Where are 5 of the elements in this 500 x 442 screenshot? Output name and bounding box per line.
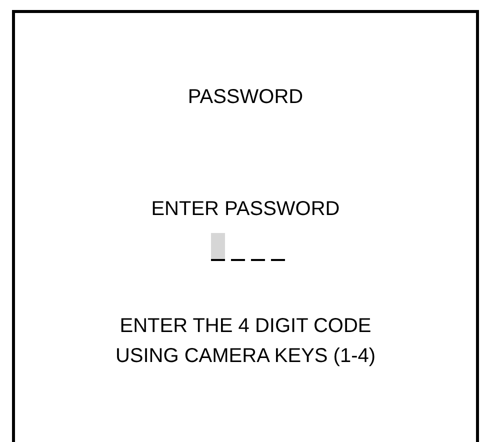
screen-title: PASSWORD (188, 85, 304, 109)
prompt-label: ENTER PASSWORD (151, 197, 340, 221)
instruction-text: ENTER THE 4 DIGIT CODE (120, 314, 372, 339)
instruction-text: USING CAMERA KEYS (1-4) (115, 344, 376, 369)
digit-slot[interactable] (210, 233, 224, 261)
